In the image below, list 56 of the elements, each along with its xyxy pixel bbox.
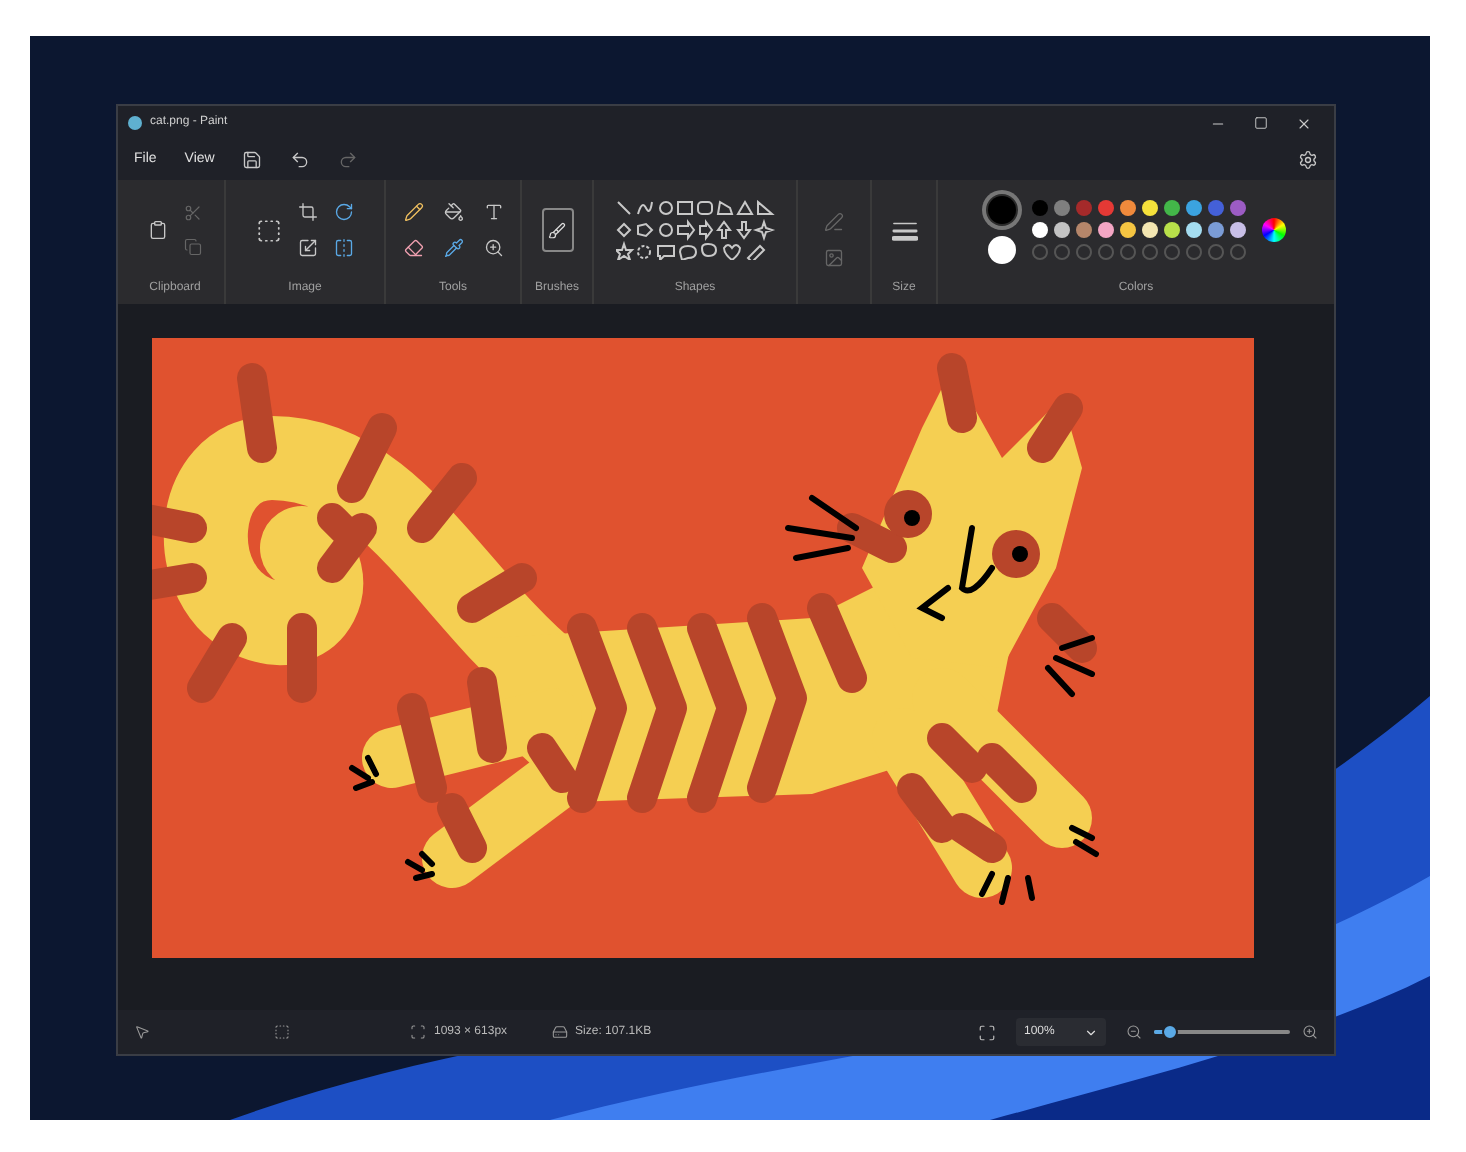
zoom-in-icon[interactable] bbox=[1302, 1024, 1318, 1040]
text-tool-icon[interactable] bbox=[483, 202, 503, 222]
redo-icon[interactable] bbox=[338, 150, 359, 170]
fill-bucket-icon[interactable] bbox=[443, 202, 463, 222]
undo-icon[interactable] bbox=[290, 150, 311, 170]
eraser-icon[interactable] bbox=[403, 238, 423, 258]
app-icon bbox=[128, 116, 142, 130]
palette-swatch[interactable] bbox=[1053, 222, 1069, 238]
scissors-icon[interactable] bbox=[184, 204, 202, 222]
palette-swatch[interactable] bbox=[1185, 222, 1201, 238]
palette-swatch[interactable] bbox=[1207, 222, 1223, 238]
palette-swatch[interactable] bbox=[1207, 200, 1223, 216]
palette-swatch[interactable] bbox=[1229, 200, 1245, 216]
color-swatch[interactable] bbox=[987, 236, 1015, 264]
cursor-position-icon bbox=[134, 1024, 150, 1040]
palette-swatch[interactable] bbox=[1163, 200, 1179, 216]
copy-icon[interactable] bbox=[184, 238, 202, 256]
color-picker-icon[interactable] bbox=[443, 238, 463, 258]
resize-icon[interactable] bbox=[298, 238, 318, 258]
canvas-size-icon bbox=[410, 1024, 426, 1040]
brushes-button[interactable] bbox=[541, 208, 573, 252]
palette-swatch[interactable] bbox=[1053, 200, 1069, 216]
chevron-down-icon bbox=[1084, 1025, 1098, 1039]
image-canvas[interactable] bbox=[152, 338, 1254, 958]
palette-swatch[interactable] bbox=[1163, 222, 1179, 238]
palette-swatch[interactable] bbox=[1097, 222, 1113, 238]
save-icon[interactable] bbox=[242, 150, 263, 170]
edit-colors-icon[interactable] bbox=[1261, 218, 1285, 242]
palette-swatch[interactable] bbox=[1119, 200, 1135, 216]
magnifier-icon[interactable] bbox=[483, 238, 503, 258]
palette-swatch[interactable] bbox=[1031, 222, 1047, 238]
shapes-gallery-drawing[interactable] bbox=[615, 200, 775, 260]
palette-swatch[interactable] bbox=[1075, 200, 1091, 216]
select-icon[interactable] bbox=[256, 217, 282, 243]
palette-swatch[interactable] bbox=[1185, 200, 1201, 216]
brush-icon bbox=[548, 221, 566, 239]
maximize-icon[interactable] bbox=[1254, 115, 1268, 129]
flip-icon[interactable] bbox=[334, 238, 354, 258]
fit-to-window-icon[interactable] bbox=[978, 1023, 996, 1041]
pencil-icon[interactable] bbox=[403, 202, 423, 222]
color-swatch[interactable] bbox=[987, 196, 1015, 224]
crop-icon[interactable] bbox=[298, 202, 318, 222]
line-size-icon[interactable] bbox=[891, 221, 917, 240]
palette-swatch[interactable] bbox=[1097, 200, 1113, 216]
palette-swatch[interactable] bbox=[1119, 222, 1135, 238]
clipboard-icon[interactable] bbox=[148, 220, 168, 240]
palette-swatch[interactable] bbox=[1141, 222, 1157, 238]
palette-swatch[interactable] bbox=[1141, 200, 1157, 216]
close-icon[interactable] bbox=[1296, 115, 1312, 131]
palette-swatch[interactable] bbox=[1075, 222, 1091, 238]
palette-swatch[interactable] bbox=[1229, 222, 1245, 238]
rotate-icon[interactable] bbox=[334, 202, 354, 222]
zoom-out-icon[interactable] bbox=[1126, 1024, 1142, 1040]
palette-swatch[interactable] bbox=[1031, 200, 1047, 216]
settings-icon[interactable] bbox=[1298, 150, 1318, 170]
zoom-slider-thumb[interactable] bbox=[1162, 1024, 1179, 1040]
